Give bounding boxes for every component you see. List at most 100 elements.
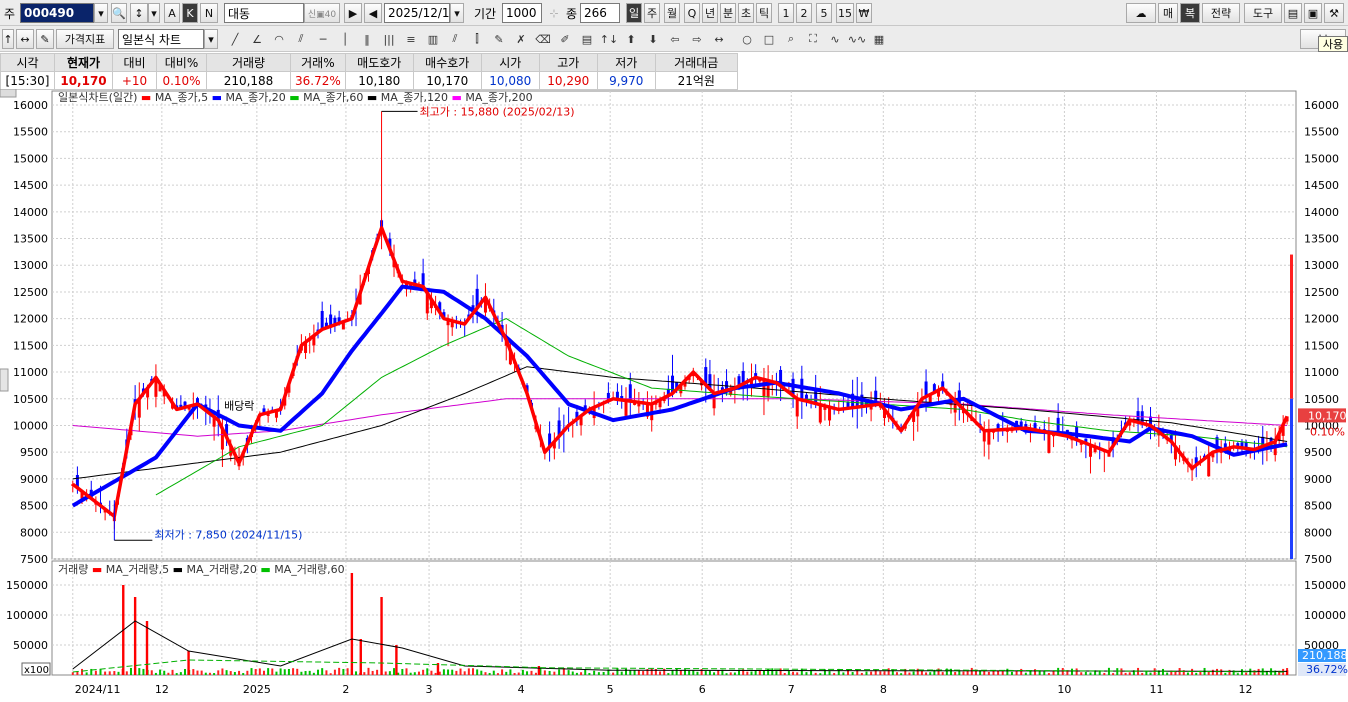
wrench-icon[interactable]: ⚒	[1324, 3, 1344, 23]
volume-bar	[1174, 671, 1177, 675]
interval-tab[interactable]: 월	[664, 3, 680, 23]
eraser-icon[interactable]: ⌫	[534, 29, 552, 49]
fan-icon[interactable]: ⫽	[292, 29, 310, 49]
table-icon[interactable]: ▦	[870, 29, 888, 49]
price-tick-label: 9500	[1304, 446, 1332, 459]
search-icon[interactable]: 🔍	[111, 3, 127, 23]
price-chart[interactable]: 7500 75008000 80008500 85009000 90009500 9500…	[0, 88, 1348, 699]
wave-icon[interactable]: ∿	[826, 29, 844, 49]
date-dropdown-icon[interactable]: ▾	[450, 3, 464, 23]
cross-icon[interactable]: ✗	[512, 29, 530, 49]
stock-name-field[interactable]: 대동	[224, 3, 304, 23]
pen-icon[interactable]: ✎	[490, 29, 508, 49]
fullscreen-icon[interactable]: ⛶	[804, 29, 822, 49]
marker-icon[interactable]: ✐	[556, 29, 574, 49]
volume-spike-bar	[350, 573, 354, 675]
x-tick-label: 9	[972, 683, 979, 696]
right-icon[interactable]: ⇨	[688, 29, 706, 49]
chart-type-select[interactable]: 일본식 차트	[118, 29, 204, 49]
volume-bar	[584, 669, 587, 675]
interval-tab[interactable]: 초	[738, 3, 754, 23]
tab-n[interactable]: N	[200, 3, 218, 23]
up-icon[interactable]: ⬆	[622, 29, 640, 49]
tab-a[interactable]: A	[164, 3, 180, 23]
vline-icon[interactable]: │	[336, 29, 354, 49]
interval-tab[interactable]: Q	[684, 3, 700, 23]
volume-bar	[204, 672, 207, 675]
tools-button[interactable]: 도구	[1244, 3, 1282, 23]
price-tick-label: 13500	[13, 233, 48, 246]
magnify-icon[interactable]: ⌕	[782, 29, 800, 49]
cloud-icon[interactable]: ☁	[1126, 3, 1156, 23]
next-button[interactable]: ▶	[344, 3, 362, 23]
interval-tab[interactable]: 분	[720, 3, 736, 23]
price-tick-label: 12500	[1304, 286, 1339, 299]
period-input[interactable]: 1000	[502, 3, 542, 23]
note-icon[interactable]: ▤	[578, 29, 596, 49]
rectangle-icon[interactable]: □	[760, 29, 778, 49]
zoom-icon[interactable]: ⊹	[545, 3, 563, 23]
down-icon[interactable]: ⬇	[644, 29, 662, 49]
arc-icon[interactable]: ◠	[270, 29, 288, 49]
date-input[interactable]: 2025/12/15	[384, 3, 457, 23]
edit-icon[interactable]: ✎	[36, 29, 54, 49]
wave2-icon[interactable]: ∿∿	[848, 29, 866, 49]
circle-icon[interactable]: ○	[738, 29, 756, 49]
expand-icon[interactable]: ↔	[16, 29, 34, 49]
code-dropdown-icon[interactable]: ▾	[94, 3, 108, 23]
volume-bar	[733, 672, 736, 675]
volume-bar	[675, 668, 678, 675]
volume-spike-bar	[395, 645, 398, 675]
left-icon[interactable]: ⇦	[666, 29, 684, 49]
candle-body	[987, 430, 991, 445]
stretch-icon[interactable]: ↔	[710, 29, 728, 49]
indicator-button[interactable]: 가격지표	[56, 29, 114, 49]
interval-tab[interactable]: 일	[626, 3, 642, 23]
volume-bar	[447, 669, 450, 675]
interval-tab[interactable]: 15	[836, 3, 854, 23]
volume-bar	[229, 671, 232, 675]
pitchfork-icon[interactable]: ⫿	[468, 29, 486, 49]
volume-bar	[612, 672, 615, 675]
buy-button[interactable]: 매	[1158, 3, 1178, 23]
stock-code-input[interactable]: 000490	[20, 3, 94, 23]
interval-tab[interactable]: 년	[702, 3, 718, 23]
price-tick-label: 13000	[1304, 259, 1339, 272]
volume-bar	[238, 670, 241, 675]
angle-icon[interactable]: ∠	[248, 29, 266, 49]
volume-bar	[308, 670, 311, 675]
strategy-button[interactable]: 전략	[1202, 3, 1240, 23]
tab-k[interactable]: K	[182, 3, 198, 23]
ruler-icon[interactable]: ▥	[424, 29, 442, 49]
hline-icon[interactable]: ─	[314, 29, 332, 49]
chart-area[interactable]: 7500 7500 8000 8000 8500 8500 9000 9000 9500 9500…	[0, 88, 1348, 699]
updown-icon[interactable]: ↑↓	[600, 29, 618, 49]
sort-icon[interactable]: ↕	[130, 3, 148, 23]
compare-button[interactable]: 복	[1180, 3, 1200, 23]
volume-bar	[597, 672, 600, 675]
folder-icon[interactable]: ▤	[1284, 3, 1302, 23]
parallel-icon[interactable]: ‖	[358, 29, 376, 49]
volume-bar	[543, 670, 546, 675]
chart-type-dropdown-icon[interactable]: ▾	[204, 29, 218, 49]
interval-tab[interactable]: 5	[816, 3, 832, 23]
save-icon[interactable]: ▣	[1304, 3, 1322, 23]
sort-dropdown-icon[interactable]: ▾	[148, 3, 160, 23]
won-icon[interactable]: ₩	[856, 3, 872, 23]
grid-icon[interactable]: |||	[380, 29, 398, 49]
candle-body	[624, 400, 628, 416]
interval-tab[interactable]: 2	[796, 3, 812, 23]
prev-button[interactable]: ◀	[364, 3, 382, 23]
count-input[interactable]: 266	[580, 3, 620, 23]
volume-bar	[865, 671, 868, 675]
channel-icon[interactable]: ⫽	[446, 29, 464, 49]
volume-bar	[987, 671, 990, 675]
interval-tab[interactable]: 주	[644, 3, 660, 23]
trendline-icon[interactable]: ╱	[226, 29, 244, 49]
interval-tab[interactable]: 틱	[756, 3, 772, 23]
interval-tab[interactable]: 1	[778, 3, 794, 23]
fibo-icon[interactable]: ≡	[402, 29, 420, 49]
volume-bar	[679, 670, 682, 675]
volume-bar	[296, 668, 299, 675]
up-arrow-icon[interactable]: ↑	[2, 29, 14, 49]
